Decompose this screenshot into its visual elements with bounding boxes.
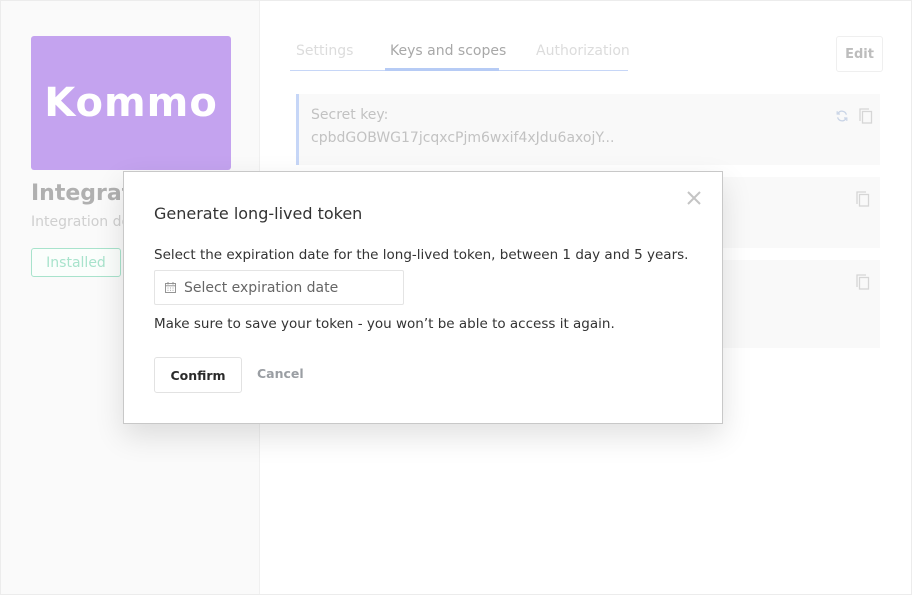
modal-description: Select the expiration date for the long-…: [154, 247, 689, 263]
refresh-icon[interactable]: [835, 108, 849, 124]
copy-icon[interactable]: [856, 191, 870, 207]
logo-text: Kommo: [44, 80, 218, 126]
confirm-button[interactable]: Confirm: [154, 357, 242, 393]
active-tab-indicator: [385, 68, 499, 71]
expiration-date-input[interactable]: Select expiration date: [154, 270, 404, 305]
secret-key-value: cpbdGOBWG17jcqxcPjm6wxif4xJdu6axojY...: [311, 130, 615, 146]
secret-key-card: Secret key: cpbdGOBWG17jcqxcPjm6wxif4xJd…: [296, 94, 880, 165]
generate-token-modal: Generate long-lived token Select the exp…: [123, 171, 723, 424]
modal-title: Generate long-lived token: [154, 204, 363, 223]
modal-warning: Make sure to save your token - you won’t…: [154, 316, 615, 332]
copy-icon[interactable]: [859, 108, 873, 124]
date-input-placeholder: Select expiration date: [184, 279, 339, 296]
close-icon[interactable]: [686, 190, 702, 206]
copy-icon[interactable]: [856, 274, 870, 290]
edit-button[interactable]: Edit: [836, 36, 883, 72]
secret-key-label: Secret key:: [311, 107, 389, 123]
tab-authorization[interactable]: Authorization: [536, 43, 630, 59]
installed-status-badge[interactable]: Installed: [31, 248, 121, 277]
tab-settings[interactable]: Settings: [296, 43, 353, 59]
calendar-icon: [165, 282, 176, 293]
tab-bar: Settings Keys and scopes Authorization: [290, 36, 630, 71]
integration-logo: Kommo: [31, 36, 231, 170]
tab-keys-and-scopes[interactable]: Keys and scopes: [390, 43, 506, 59]
cancel-button[interactable]: Cancel: [257, 366, 304, 381]
